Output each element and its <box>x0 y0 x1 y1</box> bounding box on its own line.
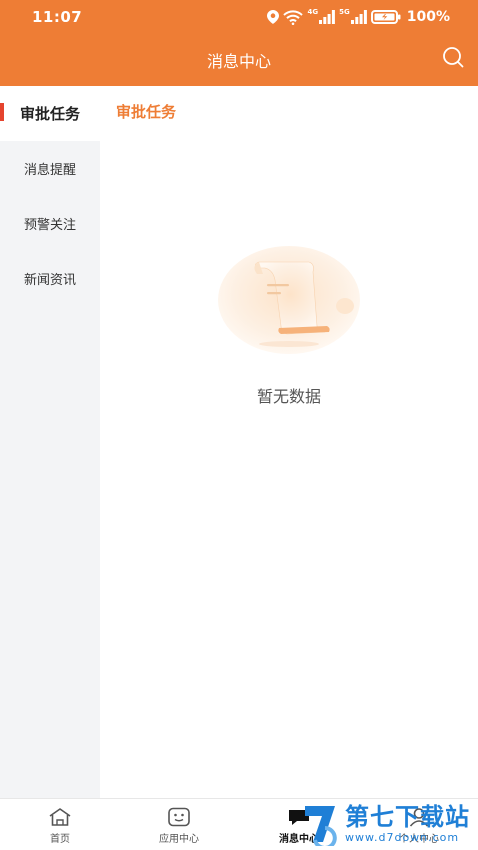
status-icons: 4G 5G 100% <box>267 8 450 26</box>
sidebar-item-news[interactable]: 新闻资讯 <box>0 251 100 306</box>
section-title: 审批任务 <box>116 103 177 121</box>
tab-apps[interactable]: 应用中心 <box>134 807 224 845</box>
network-label-1: 4G <box>307 8 319 16</box>
empty-state-illustration <box>217 246 363 358</box>
tab-label: 首页 <box>50 834 70 845</box>
watermark-title: 第七下载站 <box>345 803 470 831</box>
battery-icon <box>370 10 401 24</box>
watermark-url: www.d7down.com <box>345 831 460 844</box>
title-bar: 消息中心 <box>0 34 478 86</box>
watermark: 第七下载站 www.d7down.com <box>301 802 470 850</box>
watermark-text: 第七下载站 www.d7down.com <box>345 805 470 843</box>
sidebar-item-approval-tasks[interactable]: 审批任务 <box>0 86 100 141</box>
sidebar-item-message-reminders[interactable]: 消息提醒 <box>0 141 100 196</box>
empty-state-text: 暂无数据 <box>256 387 321 406</box>
sidebar-item-label: 审批任务 <box>19 105 80 123</box>
status-time: 11:07 <box>32 8 83 26</box>
tab-home[interactable]: 首页 <box>15 807 105 845</box>
signal-icon <box>319 10 336 24</box>
main-content: 审批任务 暂无数据 <box>100 86 478 798</box>
search-button[interactable] <box>440 46 466 72</box>
sidebar: 审批任务 消息提醒 预警关注 新闻资讯 <box>0 86 100 798</box>
battery-percent: 100% <box>406 9 450 25</box>
tab-label: 应用中心 <box>159 834 199 845</box>
page-title: 消息中心 <box>206 52 271 71</box>
apps-icon <box>166 807 192 830</box>
home-icon <box>47 807 73 830</box>
network-label-2: 5G <box>339 8 350 16</box>
watermark-logo-icon <box>301 802 341 850</box>
wifi-icon <box>283 9 304 25</box>
app-header: 11:07 4G 5G 100% 消息中心 <box>0 0 478 86</box>
search-icon <box>442 46 464 72</box>
location-icon <box>267 10 280 24</box>
sidebar-item-label: 消息提醒 <box>23 163 76 178</box>
sidebar-item-label: 新闻资讯 <box>23 273 76 288</box>
sidebar-item-label: 预警关注 <box>23 218 76 233</box>
signal-icon <box>350 10 367 24</box>
status-bar: 11:07 4G 5G 100% <box>0 0 478 34</box>
sidebar-item-warnings[interactable]: 预警关注 <box>0 196 100 251</box>
